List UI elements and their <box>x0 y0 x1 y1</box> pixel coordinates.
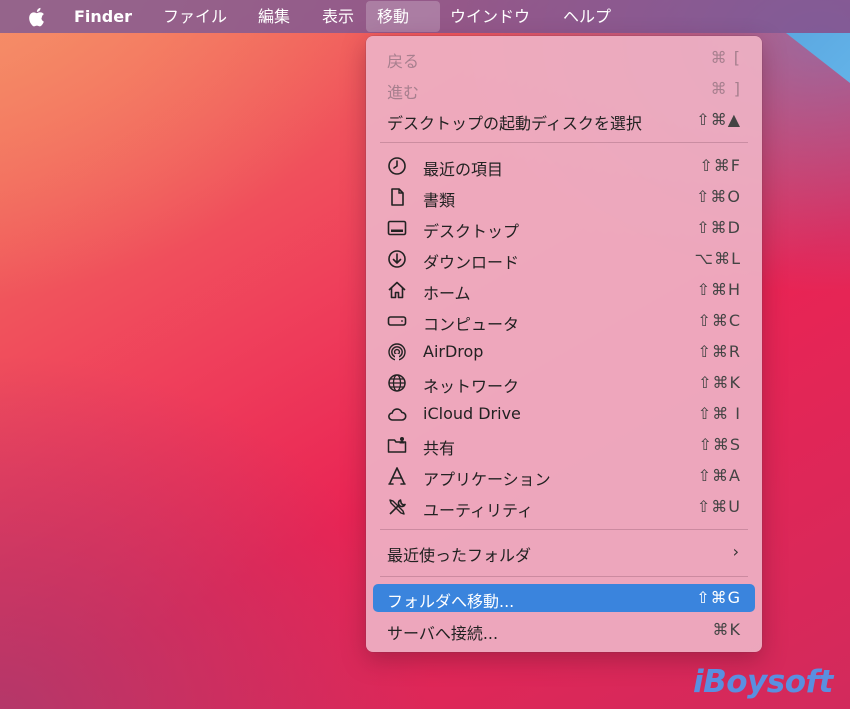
menu-item-label: アプリケーション <box>423 470 551 489</box>
desktop-icon <box>387 220 407 236</box>
menu-separator <box>380 142 748 143</box>
menu-item-label: サーバへ接続... <box>387 624 499 643</box>
menu-item-label: 共有 <box>423 439 456 458</box>
home-icon <box>388 281 406 299</box>
shortcut-label: ⇧⌘F <box>699 156 741 175</box>
computer-icon <box>387 316 407 326</box>
menu-item-label: 進む <box>387 83 420 102</box>
network-icon <box>388 374 406 392</box>
menu-item-label: ユーティリティ <box>423 501 534 520</box>
menu-item-label: ネットワーク <box>423 377 520 396</box>
menu-item-label: フォルダへ移動... <box>387 592 515 611</box>
shortcut-label: ⇧⌘D <box>696 218 741 237</box>
menu-item-label: コンピュータ <box>423 315 520 334</box>
download-icon <box>388 250 406 268</box>
shortcut-label: ⇧⌘S <box>698 435 741 454</box>
menubar-window[interactable]: ウインドウ <box>439 0 541 33</box>
menu-item-label: AirDrop <box>423 342 484 361</box>
menu-item-network[interactable]: ネットワーク ⇧⌘K <box>373 369 755 397</box>
menu-item-documents[interactable]: 書類 ⇧⌘O <box>373 183 755 211</box>
menu-item-label: ダウンロード <box>423 253 520 272</box>
shortcut-label: ⌥⌘L <box>694 249 741 268</box>
shortcut-label: ⇧⌘A <box>697 466 741 485</box>
shortcut-label: ⇧⌘▲ <box>696 110 741 129</box>
cloud-icon <box>388 408 407 421</box>
menu-item-label: iCloud Drive <box>423 404 521 423</box>
menu-item-label: 書類 <box>423 191 456 210</box>
shortcut-label: ⇧⌘H <box>696 280 741 299</box>
watermark-logo: iBoysoft <box>693 664 833 700</box>
shortcut-label: ⇧⌘K <box>698 373 741 392</box>
chevron-right-icon: › <box>732 542 739 561</box>
menu-item-startup-disk[interactable]: デスクトップの起動ディスクを選択 ⇧⌘▲ <box>373 106 755 134</box>
menu-item-icloud-drive[interactable]: iCloud Drive ⇧⌘ I <box>373 400 755 428</box>
shortcut-label: ⇧⌘ I <box>697 404 741 423</box>
shortcut-label: ⇧⌘R <box>697 342 741 361</box>
menu-item-downloads[interactable]: ダウンロード ⌥⌘L <box>373 245 755 273</box>
menubar-file[interactable]: ファイル <box>152 0 238 33</box>
menu-item-label: ホーム <box>423 284 471 303</box>
menu-item-airdrop[interactable]: AirDrop ⇧⌘R <box>373 338 755 366</box>
document-icon <box>391 188 404 206</box>
menu-separator <box>380 529 748 530</box>
menu-item-recents[interactable]: 最近の項目 ⇧⌘F <box>373 152 755 180</box>
menubar-view[interactable]: 表示 <box>311 0 365 33</box>
go-menu: 戻る ⌘ [ 進む ⌘ ] デスクトップの起動ディスクを選択 ⇧⌘▲ 最近の項目… <box>366 36 762 652</box>
shortcut-label: ⌘ ] <box>710 79 741 98</box>
menu-item-forward[interactable]: 進む ⌘ ] <box>373 75 755 103</box>
menu-item-recent-folders[interactable]: 最近使ったフォルダ › <box>373 538 755 566</box>
menu-item-desktop[interactable]: デスクトップ ⇧⌘D <box>373 214 755 242</box>
apple-logo-icon[interactable] <box>26 6 46 28</box>
menu-item-home[interactable]: ホーム ⇧⌘H <box>373 276 755 304</box>
shortcut-label: ⌘ [ <box>710 48 741 67</box>
menu-item-computer[interactable]: コンピュータ ⇧⌘C <box>373 307 755 335</box>
shortcut-label: ⌘K <box>712 620 741 639</box>
menubar-edit[interactable]: 編集 <box>247 0 301 33</box>
menu-bar: Finder ファイル 編集 表示 移動 ウインドウ ヘルプ <box>0 0 850 33</box>
menu-item-label: デスクトップ <box>423 222 520 241</box>
menu-item-label: デスクトップの起動ディスクを選択 <box>387 114 642 133</box>
menu-separator <box>380 576 748 577</box>
shared-folder-icon <box>387 437 407 453</box>
menubar-go[interactable]: 移動 <box>366 1 440 32</box>
menu-item-utilities[interactable]: ユーティリティ ⇧⌘U <box>373 493 755 521</box>
menubar-help[interactable]: ヘルプ <box>552 0 622 33</box>
menu-item-go-to-folder[interactable]: フォルダへ移動... ⇧⌘G <box>373 584 755 612</box>
shortcut-label: ⇧⌘O <box>696 187 741 206</box>
clock-icon <box>388 157 406 175</box>
menu-item-shared[interactable]: 共有 ⇧⌘S <box>373 431 755 459</box>
menu-item-applications[interactable]: アプリケーション ⇧⌘A <box>373 462 755 490</box>
menu-item-back[interactable]: 戻る ⌘ [ <box>373 44 755 72</box>
menubar-app-finder[interactable]: Finder <box>63 0 143 33</box>
menu-item-label: 最近の項目 <box>423 160 504 179</box>
airdrop-icon <box>388 343 406 361</box>
shortcut-label: ⇧⌘G <box>696 588 741 607</box>
shortcut-label: ⇧⌘C <box>697 311 741 330</box>
wallpaper-corner <box>786 33 850 83</box>
shortcut-label: ⇧⌘U <box>696 497 741 516</box>
menu-item-label: 最近使ったフォルダ <box>387 546 532 565</box>
utilities-icon <box>389 499 406 515</box>
menu-item-label: 戻る <box>387 52 420 71</box>
menu-item-connect-server[interactable]: サーバへ接続... ⌘K <box>373 616 755 644</box>
applications-icon <box>388 467 406 485</box>
